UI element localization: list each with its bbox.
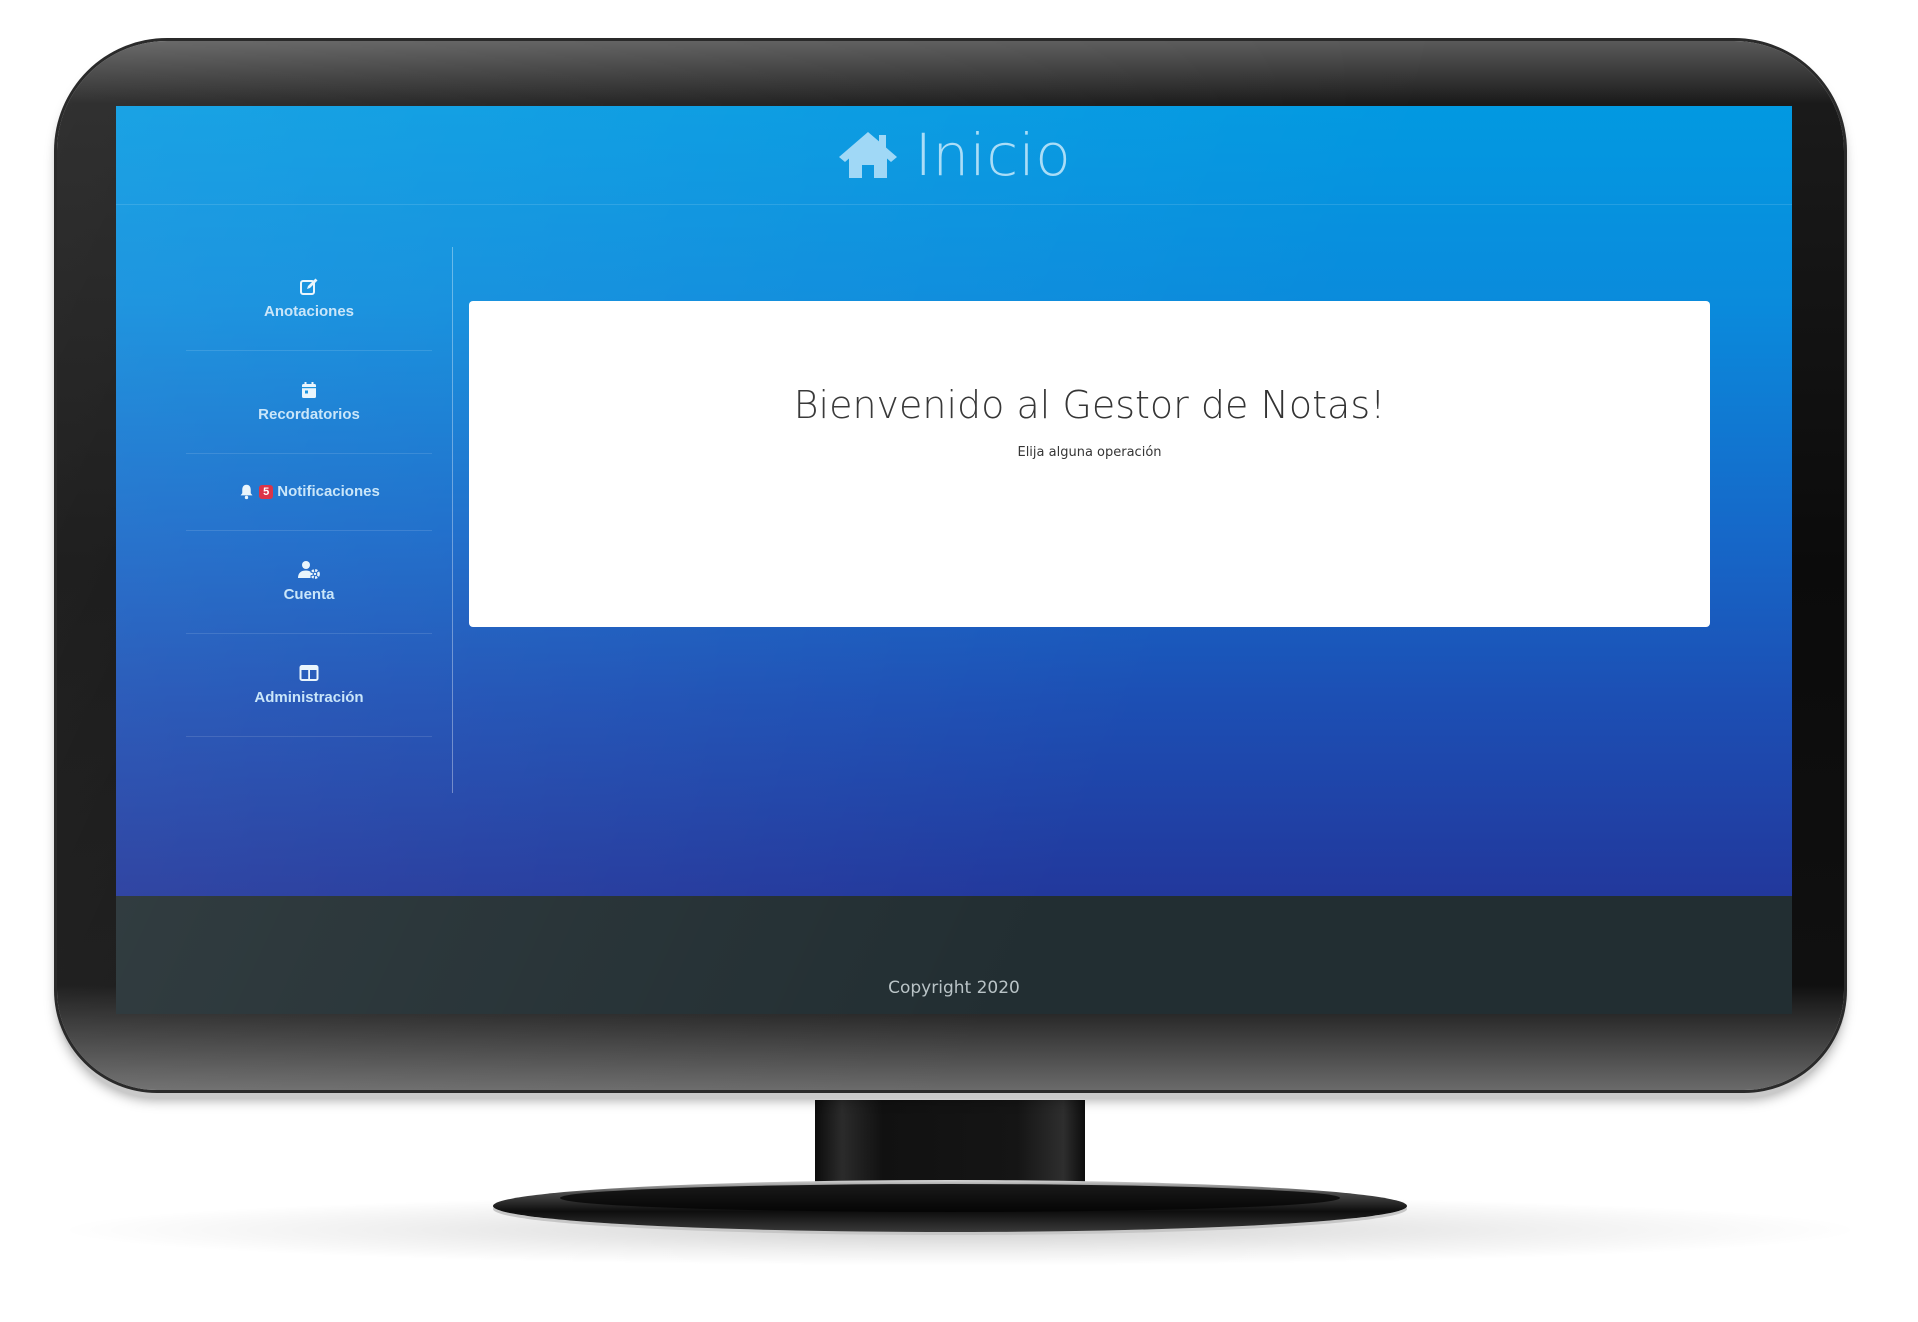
sidebar-item-label: Cuenta bbox=[283, 586, 335, 603]
edit-icon bbox=[299, 277, 319, 297]
sidebar-item-label: Notificaciones bbox=[277, 483, 380, 500]
user-cog-icon bbox=[297, 560, 321, 580]
header-bar: Inicio bbox=[116, 106, 1792, 205]
welcome-subtitle: Elija alguna operación bbox=[1017, 445, 1162, 460]
monitor-screen: Inicio Anotaciones Recordatorios 5 Notif… bbox=[116, 106, 1792, 1014]
sidebar-item-label: Recordatorios bbox=[258, 406, 360, 423]
monitor-base-top bbox=[560, 1184, 1340, 1212]
welcome-card: Bienvenido al Gestor de Notas! Elija alg… bbox=[469, 301, 1710, 627]
page-title: Inicio bbox=[914, 121, 1072, 189]
sidebar-item-administracion[interactable]: Administración bbox=[186, 633, 432, 737]
notification-count-badge: 5 bbox=[259, 484, 274, 499]
sidebar-item-notificaciones[interactable]: 5 Notificaciones bbox=[186, 453, 432, 531]
sidebar-item-recordatorios[interactable]: Recordatorios bbox=[186, 350, 432, 454]
home-icon bbox=[837, 129, 899, 181]
calendar-icon bbox=[299, 380, 319, 400]
copyright-text: Copyright 2020 bbox=[888, 978, 1020, 998]
sidebar-item-cuenta[interactable]: Cuenta bbox=[186, 530, 432, 634]
bell-icon bbox=[238, 483, 255, 500]
sidebar-item-anotaciones[interactable]: Anotaciones bbox=[186, 247, 432, 351]
monitor-mockup: Inicio Anotaciones Recordatorios 5 Notif… bbox=[0, 0, 1918, 1322]
table-icon bbox=[299, 663, 319, 683]
page-title-group: Inicio bbox=[837, 121, 1071, 189]
sidebar-nav: Anotaciones Recordatorios 5 Notificacion… bbox=[186, 247, 453, 793]
sidebar-item-label: Administración bbox=[254, 689, 364, 706]
app-area: Inicio Anotaciones Recordatorios 5 Notif… bbox=[116, 106, 1792, 896]
footer: Copyright 2020 bbox=[116, 896, 1792, 1014]
notificaciones-row: 5 Notificaciones bbox=[238, 483, 380, 500]
sidebar-item-label: Anotaciones bbox=[263, 303, 354, 320]
welcome-heading: Bienvenido al Gestor de Notas! bbox=[793, 383, 1386, 427]
